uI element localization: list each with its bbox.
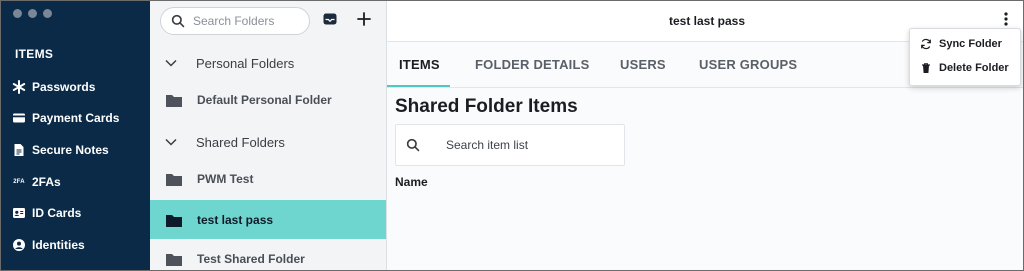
folder-icon xyxy=(166,253,182,266)
sidebar-item-id-cards[interactable]: ID Cards xyxy=(1,197,150,229)
sidebar-section-title: ITEMS xyxy=(15,47,54,61)
2fa-icon: 2FA xyxy=(13,178,25,185)
sidebar-item-label: Identities xyxy=(32,237,85,252)
sidebar-item-passwords[interactable]: Passwords xyxy=(1,71,150,103)
folder-label: test last pass xyxy=(197,212,274,227)
folder-group-label: Shared Folders xyxy=(196,134,285,150)
column-header-name[interactable]: Name xyxy=(395,175,428,189)
folder-icon xyxy=(166,173,182,186)
search-icon xyxy=(171,14,185,28)
credit-card-icon xyxy=(12,111,26,125)
chevron-down-icon xyxy=(165,59,179,67)
sync-icon xyxy=(920,38,932,50)
minimize-window-button[interactable] xyxy=(28,9,37,18)
folder-item[interactable]: PWM Test xyxy=(150,159,386,198)
person-icon xyxy=(12,238,26,252)
inbox-icon xyxy=(322,11,338,32)
app-window: ITEMS Passwords Payment Cards Secure Not… xyxy=(0,0,1024,271)
folder-search-input[interactable] xyxy=(191,13,305,29)
sidebar-item-label: ID Cards xyxy=(32,206,82,221)
id-card-icon xyxy=(12,206,26,220)
menu-item-label: Delete Folder xyxy=(939,62,1009,74)
folder-icon xyxy=(166,94,182,107)
tab-items[interactable]: ITEMS xyxy=(399,57,440,72)
folder-toolbar xyxy=(160,7,386,35)
folder-item-active[interactable]: test last pass xyxy=(150,200,386,239)
close-window-button[interactable] xyxy=(13,9,22,18)
tab-user-groups[interactable]: USER GROUPS xyxy=(699,57,797,72)
section-title: Shared Folder Items xyxy=(395,96,578,117)
inbox-button[interactable] xyxy=(320,11,340,31)
sidebar-item-label: Secure Notes xyxy=(32,142,109,157)
folder-icon xyxy=(166,214,182,227)
sidebar-item-label: Payment Cards xyxy=(32,111,120,126)
maximize-window-button[interactable] xyxy=(43,9,52,18)
chevron-down-icon xyxy=(165,138,179,146)
note-icon xyxy=(12,143,26,157)
folder-panel: Personal Folders Default Personal Folder… xyxy=(150,1,387,270)
add-folder-button[interactable] xyxy=(354,11,374,31)
folder-label: Test Shared Folder xyxy=(197,251,305,266)
sidebar: ITEMS Passwords Payment Cards Secure Not… xyxy=(1,1,150,270)
sidebar-item-secure-notes[interactable]: Secure Notes xyxy=(1,134,150,166)
folder-search-box[interactable] xyxy=(160,7,310,35)
tab-folder-details[interactable]: FOLDER DETAILS xyxy=(475,57,590,72)
asterisk-icon xyxy=(12,79,26,94)
sidebar-item-2fas[interactable]: 2FA 2FAs xyxy=(1,166,150,198)
active-tab-indicator xyxy=(387,85,450,87)
search-icon xyxy=(406,138,420,152)
folder-item[interactable]: Default Personal Folder xyxy=(150,80,386,119)
sidebar-nav: Passwords Payment Cards Secure Notes 2FA… xyxy=(1,71,150,261)
menu-item-delete-folder[interactable]: Delete Folder xyxy=(910,56,1020,80)
sidebar-item-label: 2FAs xyxy=(32,174,61,189)
folder-options-menu: Sync Folder Delete Folder xyxy=(909,28,1021,86)
sidebar-item-label: Passwords xyxy=(32,79,96,94)
folder-label: PWM Test xyxy=(197,171,254,186)
folder-group-label: Personal Folders xyxy=(196,55,295,71)
sidebar-item-payment-cards[interactable]: Payment Cards xyxy=(1,103,150,135)
folder-group-personal[interactable]: Personal Folders xyxy=(150,46,386,80)
folder-label: Default Personal Folder xyxy=(197,92,332,107)
menu-item-label: Sync Folder xyxy=(939,38,1002,50)
folder-title: test last pass xyxy=(668,14,746,28)
more-options-button[interactable] xyxy=(999,11,1013,29)
sidebar-item-identities[interactable]: Identities xyxy=(1,229,150,261)
trash-icon xyxy=(920,62,932,74)
tab-users[interactable]: USERS xyxy=(620,57,666,72)
item-search-input[interactable] xyxy=(444,137,618,153)
window-controls xyxy=(13,9,52,18)
menu-item-sync-folder[interactable]: Sync Folder xyxy=(910,32,1020,56)
item-search-box[interactable] xyxy=(395,124,625,166)
plus-icon xyxy=(356,11,372,32)
folder-item[interactable]: Test Shared Folder xyxy=(150,239,386,270)
folder-group-shared[interactable]: Shared Folders xyxy=(150,125,386,159)
